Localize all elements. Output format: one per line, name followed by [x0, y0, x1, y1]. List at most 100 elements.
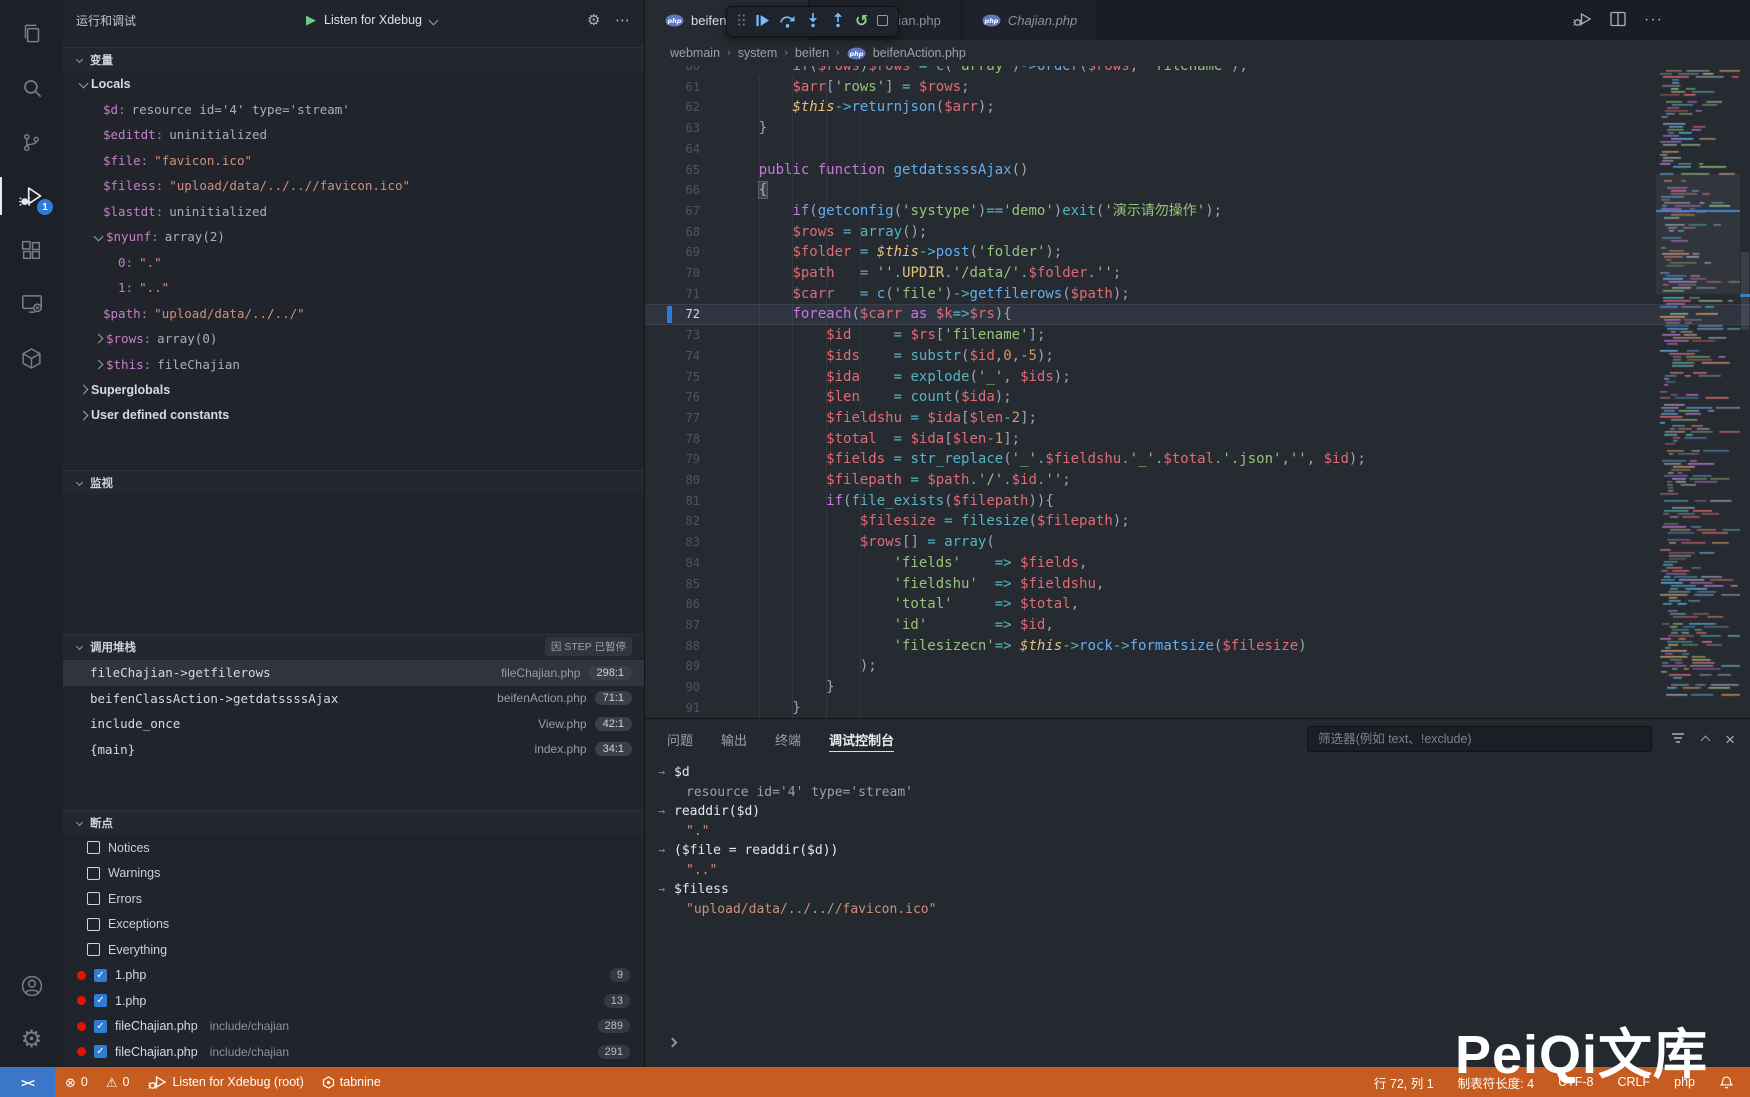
- breakpoint-filter-row[interactable]: Everything: [63, 937, 644, 963]
- variable-row[interactable]: $path:"upload/data/../../": [63, 301, 644, 327]
- variable-row[interactable]: $this:fileChajian: [63, 352, 644, 378]
- start-debugging-icon[interactable]: ▶: [306, 12, 316, 28]
- line-number[interactable]: 75: [645, 367, 700, 388]
- panel-tab-问题[interactable]: 问题: [667, 719, 693, 759]
- line-number[interactable]: 87: [645, 615, 700, 636]
- breadcrumb[interactable]: webmain›system›beifen›phpbeifenAction.ph…: [645, 40, 1750, 66]
- panel-action-chevron-up[interactable]: [1702, 732, 1709, 747]
- debug-action-step-out[interactable]: [830, 12, 846, 31]
- debug-action-step-over[interactable]: [779, 12, 796, 32]
- section-watch[interactable]: 监视: [63, 470, 644, 494]
- line-number[interactable]: 91: [645, 698, 700, 718]
- activity-item-remote-explorer[interactable]: [0, 277, 63, 331]
- gear-icon[interactable]: ⚙: [587, 11, 600, 29]
- status-item-tabnine[interactable]: tabnine: [322, 1075, 381, 1089]
- checkbox-checked[interactable]: ✓: [94, 1045, 107, 1058]
- line-number[interactable]: 86: [645, 594, 700, 615]
- line-number[interactable]: 73: [645, 325, 700, 346]
- checkbox-unchecked[interactable]: [87, 943, 100, 956]
- section-breakpoints[interactable]: 断点: [63, 810, 644, 834]
- checkbox-unchecked[interactable]: [87, 841, 100, 854]
- line-number[interactable]: 78: [645, 429, 700, 450]
- activity-item-extensions[interactable]: [0, 223, 63, 277]
- breakpoint-filter-row[interactable]: Errors: [63, 886, 644, 912]
- checkbox-checked[interactable]: ✓: [94, 1020, 107, 1033]
- line-number[interactable]: 90: [645, 677, 700, 698]
- console-filter-input[interactable]: [1307, 726, 1652, 752]
- breadcrumb-item[interactable]: beifen: [795, 46, 829, 60]
- line-number[interactable]: 69: [645, 242, 700, 263]
- line-number[interactable]: 60: [645, 66, 700, 77]
- call-stack-frame[interactable]: beifenClassAction->getdatssssAjaxbeifenA…: [63, 686, 644, 712]
- line-number[interactable]: 89: [645, 656, 700, 677]
- status-bell[interactable]: [1719, 1075, 1734, 1090]
- breakpoint-row[interactable]: ✓fileChajian.phpinclude/chajian289: [63, 1014, 644, 1040]
- tab-Chajian.php[interactable]: phpChajian.php: [962, 0, 1098, 40]
- section-variables[interactable]: 变量: [63, 47, 644, 71]
- variables-group-row[interactable]: User defined constants: [63, 403, 644, 429]
- activity-item-account[interactable]: [0, 959, 63, 1013]
- status-item-0[interactable]: ⊗0: [65, 1075, 88, 1089]
- line-number[interactable]: 66: [645, 180, 700, 201]
- checkbox-unchecked[interactable]: [87, 892, 100, 905]
- checkbox-checked[interactable]: ✓: [94, 994, 107, 1007]
- variables-group-row[interactable]: Locals: [63, 71, 644, 97]
- scrollbar-slider[interactable]: [1741, 252, 1749, 330]
- breakpoint-row[interactable]: ✓1.php9: [63, 963, 644, 989]
- line-number[interactable]: 70: [645, 263, 700, 284]
- line-number[interactable]: 63: [645, 118, 700, 139]
- status-item[interactable]: 行 72, 列 1: [1374, 1073, 1434, 1092]
- checkbox-unchecked[interactable]: [87, 867, 100, 880]
- line-number[interactable]: 83: [645, 532, 700, 553]
- activity-item-package[interactable]: [0, 331, 63, 385]
- line-number[interactable]: 76: [645, 387, 700, 408]
- more-actions-icon[interactable]: ⋯: [615, 11, 631, 29]
- variable-row[interactable]: $lastdt:uninitialized: [63, 199, 644, 225]
- variable-row[interactable]: 0:".": [63, 250, 644, 276]
- line-number[interactable]: 61: [645, 77, 700, 98]
- line-number[interactable]: 85: [645, 574, 700, 595]
- editor-scrollbar[interactable]: [1740, 66, 1750, 718]
- breakpoint-filter-row[interactable]: Exceptions: [63, 912, 644, 938]
- debug-action-stop[interactable]: [877, 14, 888, 29]
- call-stack-frame[interactable]: fileChajian->getfilerowsfileChajian.php2…: [63, 660, 644, 686]
- breadcrumb-item[interactable]: webmain: [670, 46, 720, 60]
- activity-item-files[interactable]: [0, 7, 63, 61]
- line-number[interactable]: 81: [645, 491, 700, 512]
- minimap[interactable]: [1656, 66, 1740, 718]
- breakpoint-filter-row[interactable]: Notices: [63, 835, 644, 861]
- variable-row[interactable]: $rows:array(0): [63, 326, 644, 352]
- variable-row[interactable]: $d:resource id='4' type='stream': [63, 97, 644, 123]
- activity-item-settings-gear[interactable]: ⚙: [0, 1013, 63, 1067]
- editor-action-more[interactable]: ···: [1644, 12, 1663, 28]
- panel-tab-调试控制台[interactable]: 调试控制台: [829, 719, 894, 759]
- panel-action-close[interactable]: ×: [1725, 731, 1735, 748]
- line-number[interactable]: 62: [645, 97, 700, 118]
- activity-item-search[interactable]: [0, 61, 63, 115]
- editor-action-split-editor[interactable]: [1609, 10, 1627, 31]
- breakpoint-row[interactable]: ✓1.php13: [63, 988, 644, 1014]
- debug-action-restart[interactable]: ↺: [855, 14, 868, 30]
- editor-action-debug-alt[interactable]: [1572, 9, 1592, 32]
- debug-action-continue[interactable]: [755, 13, 770, 31]
- line-number[interactable]: 72: [645, 304, 700, 325]
- call-stack-frame[interactable]: include_onceView.php42:1: [63, 711, 644, 737]
- activity-item-source-control[interactable]: [0, 115, 63, 169]
- line-number[interactable]: 74: [645, 346, 700, 367]
- section-call-stack[interactable]: 调用堆栈 因 STEP 已暂停: [63, 634, 644, 658]
- variable-row[interactable]: $editdt:uninitialized: [63, 122, 644, 148]
- panel-tab-输出[interactable]: 输出: [721, 719, 747, 759]
- line-number[interactable]: 80: [645, 470, 700, 491]
- variable-row[interactable]: $nyunf:array(2): [63, 224, 644, 250]
- line-number[interactable]: 68: [645, 222, 700, 243]
- checkbox-checked[interactable]: ✓: [94, 969, 107, 982]
- variables-group-row[interactable]: Superglobals: [63, 377, 644, 403]
- status-item-listen-for-xdebug-root-[interactable]: Listen for Xdebug (root): [147, 1072, 303, 1092]
- line-number[interactable]: 82: [645, 511, 700, 532]
- line-number[interactable]: 67: [645, 201, 700, 222]
- variable-row[interactable]: $filess:"upload/data/../..//favicon.ico": [63, 173, 644, 199]
- variable-row[interactable]: $file:"favicon.ico": [63, 148, 644, 174]
- panel-tab-终端[interactable]: 终端: [775, 719, 801, 759]
- remote-indicator[interactable]: ><: [0, 1067, 55, 1097]
- code-editor[interactable]: 60 if($rows)$rows = c('array')->order($r…: [645, 66, 1750, 718]
